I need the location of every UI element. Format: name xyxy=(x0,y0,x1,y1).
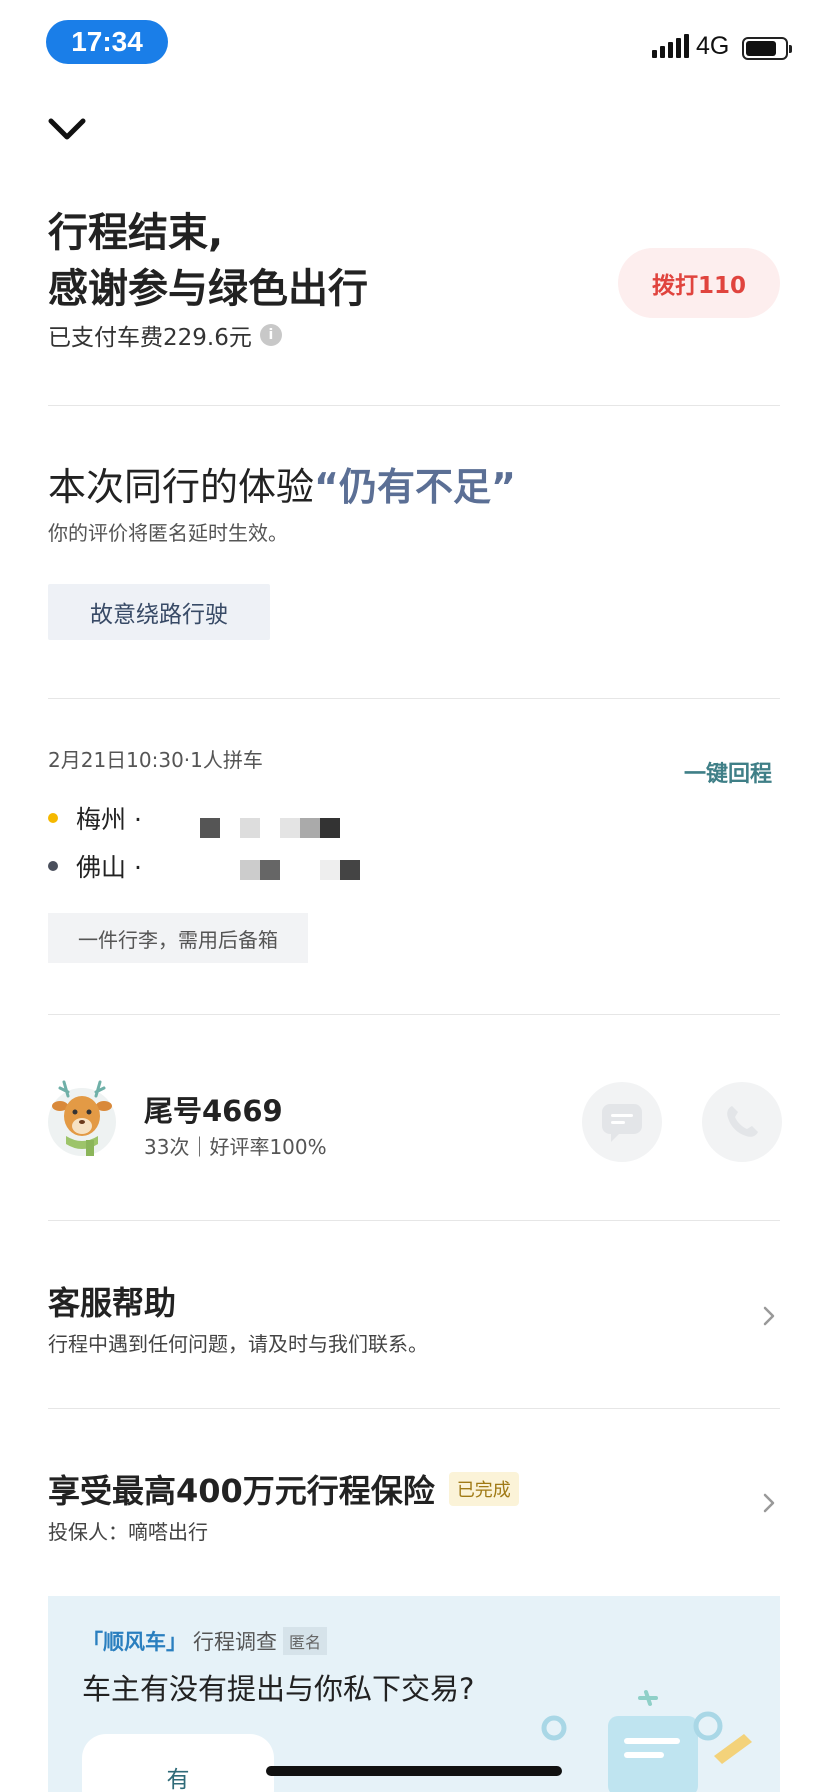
experience-title: 本次同行的体验 “仍有不足” xyxy=(48,456,516,511)
driver-name: 尾号4669 xyxy=(144,1094,283,1128)
fare-text: 已支付车费229.6元 xyxy=(48,325,252,351)
anonymous-badge: 匿名 xyxy=(283,1627,328,1655)
destination-text: 佛山 · xyxy=(76,853,142,882)
call-110-button[interactable]: 拨打110 xyxy=(618,248,780,318)
help-title[interactable]: 客服帮助 xyxy=(48,1278,176,1324)
chat-icon xyxy=(602,1104,642,1142)
trip-date-info: 2月21日10:30·1人拼车 xyxy=(48,748,263,772)
status-bar: 17:34 4G xyxy=(0,0,828,80)
signal-icon xyxy=(652,34,689,58)
chevron-down-icon[interactable] xyxy=(48,118,86,142)
deer-avatar-icon xyxy=(48,1080,116,1156)
survey-illustration-icon xyxy=(541,1690,752,1792)
call-driver-button[interactable] xyxy=(702,1082,782,1162)
fare-summary: 已支付车费229.6元 i xyxy=(48,318,282,352)
survey-card: 「顺风车」 行程调查 匿名 车主有没有提出与你私下交易? 有 xyxy=(48,1596,780,1792)
divider xyxy=(48,698,780,699)
divider xyxy=(48,1408,780,1409)
destination-stop: 佛山 · xyxy=(48,848,142,884)
destination-dot-icon xyxy=(48,861,58,871)
home-indicator[interactable] xyxy=(266,1766,562,1776)
battery-icon xyxy=(742,37,792,60)
return-trip-link[interactable]: 一键回程 xyxy=(684,756,772,788)
origin-dot-icon xyxy=(48,813,58,823)
network-type: 4G xyxy=(696,32,730,60)
page-title-line1: 行程结束, xyxy=(48,210,224,256)
chevron-right-icon[interactable] xyxy=(762,1492,776,1514)
origin-text: 梅州 · xyxy=(76,805,142,834)
insurance-subtitle: 投保人：嘀嗒出行 xyxy=(48,1520,208,1544)
experience-prefix: 本次同行的体验 xyxy=(48,465,315,509)
status-time: 17:34 xyxy=(46,20,168,64)
driver-stats: 33次｜好评率100% xyxy=(144,1135,327,1159)
luggage-note: 一件行李，需用后备箱 xyxy=(48,913,308,963)
experience-rating: “仍有不足” xyxy=(314,465,516,509)
origin-stop: 梅州 · xyxy=(48,800,142,836)
divider xyxy=(48,1220,780,1221)
redacted-address xyxy=(200,818,340,838)
survey-brand: 「顺风车」 xyxy=(82,1630,187,1654)
survey-header: 「顺风车」 行程调查 匿名 xyxy=(82,1626,328,1656)
redacted-address xyxy=(240,860,364,880)
survey-question: 车主有没有提出与你私下交易? xyxy=(82,1672,475,1706)
experience-subtitle: 你的评价将匿名延时生效。 xyxy=(48,521,288,545)
rating-tag[interactable]: 故意绕路行驶 xyxy=(48,584,270,640)
status-badge: 已完成 xyxy=(448,1472,519,1506)
divider xyxy=(48,405,780,406)
survey-label: 行程调查 xyxy=(193,1630,277,1654)
phone-icon xyxy=(727,1106,758,1137)
chevron-right-icon[interactable] xyxy=(762,1305,776,1327)
answer-yes-button[interactable]: 有 xyxy=(82,1734,274,1792)
message-driver-button[interactable] xyxy=(582,1082,662,1162)
help-subtitle: 行程中遇到任何问题，请及时与我们联系。 xyxy=(48,1332,428,1356)
page-title-line2: 感谢参与绿色出行 xyxy=(48,266,368,312)
divider xyxy=(48,1014,780,1015)
insurance-title: 享受最高400万元行程保险 xyxy=(48,1472,435,1510)
info-icon[interactable]: i xyxy=(259,324,282,346)
insurance-row[interactable]: 享受最高400万元行程保险 已完成 xyxy=(48,1466,519,1512)
